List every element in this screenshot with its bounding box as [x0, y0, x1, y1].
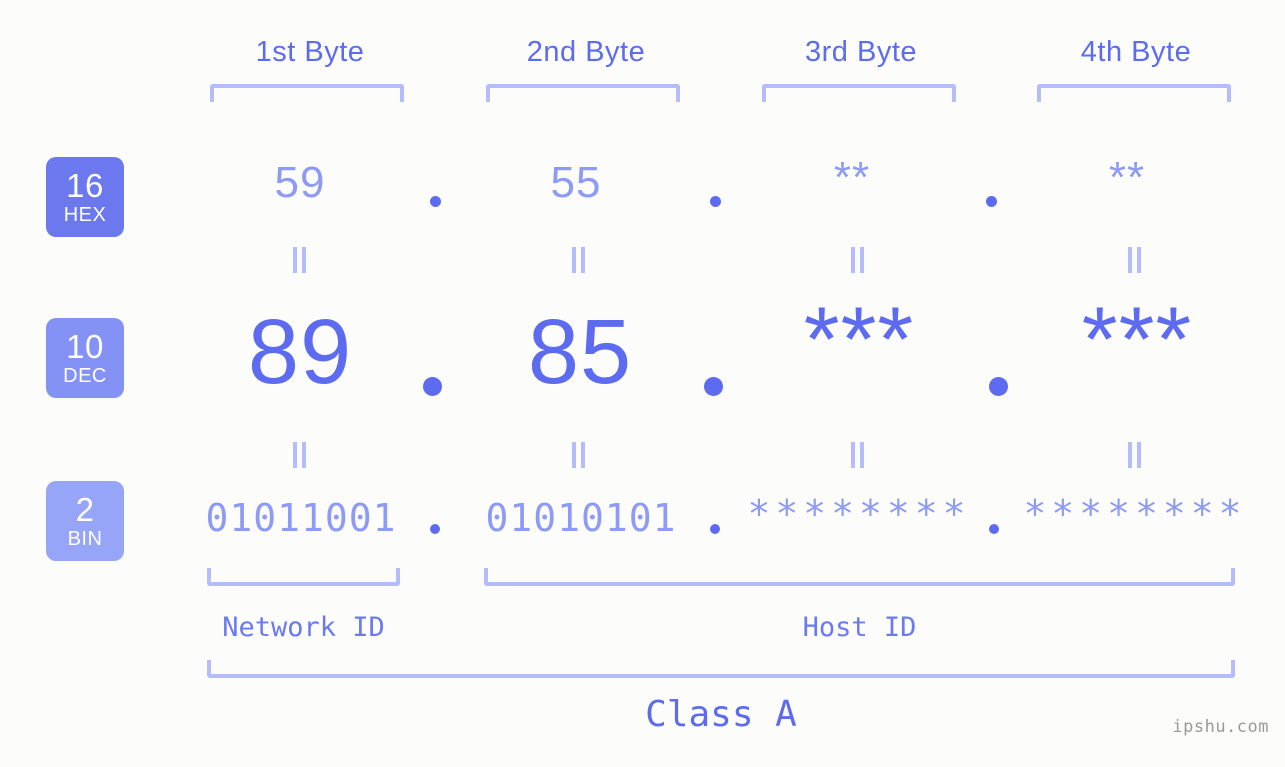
hex-dot-separator-1	[430, 196, 441, 207]
dec-dot-separator-3	[989, 377, 1008, 396]
byte-header-1: 1st Byte	[255, 36, 365, 68]
site-watermark: ipshu.com	[1172, 717, 1269, 737]
class-label: Class A	[645, 694, 797, 735]
bin-byte-1: 01011001	[205, 496, 397, 540]
base-badge-hex-name: HEX	[63, 204, 107, 226]
base-badge-dec: 10 DEC	[46, 318, 124, 398]
byte-bracket-top-3	[762, 84, 956, 102]
base-badge-bin: 2 BIN	[46, 481, 124, 561]
hex-dot-separator-3	[986, 196, 997, 207]
bin-byte-2: 01010101	[485, 496, 677, 540]
hex-byte-4: **	[1108, 153, 1146, 202]
hex-byte-1: 59	[274, 158, 326, 207]
bin-dot-separator-1	[430, 524, 440, 534]
class-bracket	[207, 660, 1235, 678]
byte-bracket-top-2	[486, 84, 680, 102]
network-id-bracket	[207, 568, 400, 586]
bin-byte-3: ********	[747, 492, 971, 536]
dec-byte-2: 85	[527, 301, 633, 403]
hex-dot-separator-2	[710, 196, 721, 207]
equals-sign-hex-dec-3	[851, 247, 865, 273]
base-badge-hex-number: 16	[66, 167, 104, 204]
ip-byte-breakdown-diagram: 1st Byte 2nd Byte 3rd Byte 4th Byte 16 H…	[0, 0, 1285, 767]
network-id-label: Network ID	[222, 612, 385, 643]
dec-dot-separator-1	[423, 377, 442, 396]
byte-bracket-top-4	[1037, 84, 1231, 102]
host-id-label: Host ID	[802, 612, 917, 643]
bin-byte-4: ********	[1023, 492, 1247, 536]
hex-byte-2: 55	[550, 158, 602, 207]
hex-byte-3: **	[833, 153, 871, 202]
byte-header-4: 4th Byte	[1080, 36, 1192, 68]
equals-sign-dec-bin-2	[572, 442, 586, 468]
equals-sign-hex-dec-1	[293, 247, 307, 273]
dec-byte-1: 89	[247, 301, 353, 403]
byte-header-3: 3rd Byte	[805, 36, 917, 68]
dec-dot-separator-2	[704, 377, 723, 396]
base-badge-dec-name: DEC	[63, 365, 107, 387]
bin-dot-separator-3	[989, 524, 999, 534]
equals-sign-dec-bin-1	[293, 442, 307, 468]
base-badge-dec-number: 10	[66, 328, 104, 365]
base-badge-bin-number: 2	[75, 491, 95, 528]
equals-sign-dec-bin-4	[1128, 442, 1142, 468]
equals-sign-dec-bin-3	[851, 442, 865, 468]
dec-byte-4: ***	[1081, 289, 1193, 391]
equals-sign-hex-dec-4	[1128, 247, 1142, 273]
host-id-bracket	[484, 568, 1235, 586]
equals-sign-hex-dec-2	[572, 247, 586, 273]
base-badge-hex: 16 HEX	[46, 157, 124, 237]
bin-dot-separator-2	[710, 524, 720, 534]
byte-header-2: 2nd Byte	[526, 36, 646, 68]
dec-byte-3: ***	[803, 289, 915, 391]
base-badge-bin-name: BIN	[67, 528, 103, 550]
byte-bracket-top-1	[210, 84, 404, 102]
